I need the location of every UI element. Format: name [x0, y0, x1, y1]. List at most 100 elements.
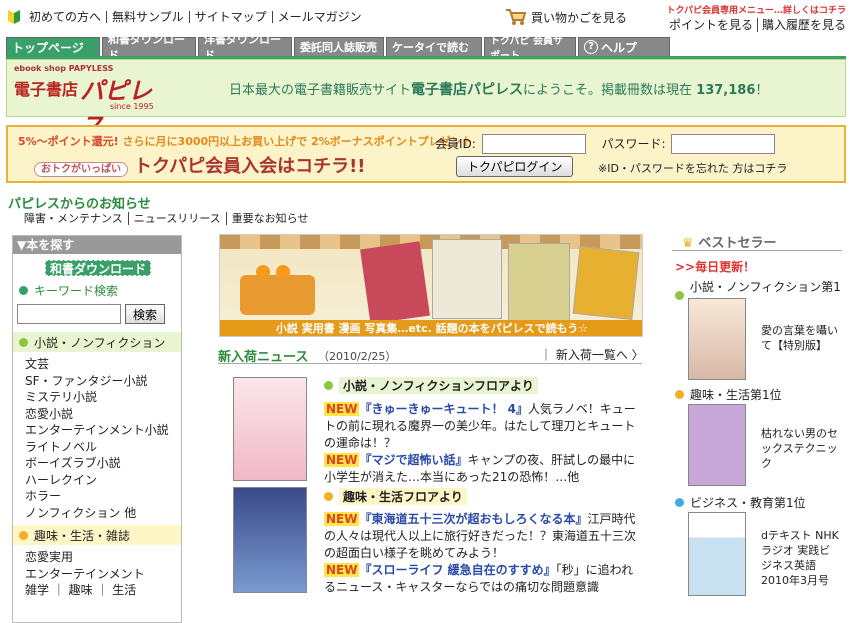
- promo-line1a: 5%〜ポイント還元!: [18, 135, 119, 148]
- bestseller-heading: ♛ ベストセラー: [682, 232, 776, 251]
- bestseller-label: ベストセラー: [698, 236, 777, 251]
- news-link-maintenance[interactable]: 障害・メンテナンス: [24, 212, 123, 225]
- password-input[interactable]: [671, 134, 776, 154]
- member-id-input[interactable]: [481, 134, 586, 154]
- new-badge: NEW: [324, 512, 360, 526]
- history-link[interactable]: 購入履歴を見る: [762, 18, 846, 32]
- tab-japanese-books[interactable]: 和書ダウンロード: [102, 33, 196, 62]
- new-arrivals-list-link[interactable]: ｜ 新入荷一覧へ 〉: [540, 346, 644, 363]
- sidebar-item[interactable]: SF・ファンタジー小説: [25, 373, 181, 390]
- bullet-icon: [19, 285, 28, 295]
- sidebar-item[interactable]: ライトノベル: [25, 439, 181, 456]
- member-menu-title[interactable]: トクパピ会員専用メニュー…詳しくはコチラ: [658, 3, 848, 16]
- book-cover-kyukyu[interactable]: [233, 377, 307, 481]
- keyword-search-input[interactable]: [17, 304, 121, 324]
- news-link-important[interactable]: 重要なお知らせ: [232, 212, 309, 225]
- new-arrivals-date: （2010/2/25）: [318, 350, 397, 363]
- floor-novel-heading: 小説・ノンフィクションフロアより: [324, 377, 538, 394]
- password-label: パスワード:: [601, 137, 666, 151]
- sidebar-item[interactable]: 恋愛実用: [25, 549, 181, 566]
- sidebar-item[interactable]: ミステリ小説: [25, 389, 181, 406]
- bestseller-title[interactable]: dテキスト NHKラジオ 実践ビジネス英語 2010年3月号: [761, 528, 841, 588]
- bestseller-category[interactable]: ビジネス・教育第1位: [675, 494, 806, 511]
- bestseller-title[interactable]: 枯れない男のセックステクニック: [761, 426, 841, 471]
- promo-tag: おトクがいっぱい: [34, 161, 128, 177]
- new-badge: NEW: [324, 402, 360, 416]
- orange-image: [256, 265, 270, 279]
- bestseller-cover[interactable]: [688, 298, 746, 380]
- crown-icon: ♛: [682, 236, 694, 251]
- divider: [672, 250, 842, 251]
- cart-link[interactable]: 買い物かごを見る: [505, 8, 627, 26]
- search-row: 検索: [13, 300, 181, 328]
- tab-mobile[interactable]: ケータイで読む: [386, 37, 482, 56]
- tab-top[interactable]: トップページ: [6, 37, 100, 56]
- tab-help-label: ヘルプ: [601, 40, 638, 55]
- tab-help[interactable]: ? ヘルプ: [578, 37, 670, 56]
- sidebar-item[interactable]: 恋愛小説: [25, 406, 181, 423]
- entry-title: 『マジで超怖い話』: [359, 453, 468, 467]
- category-novel[interactable]: 小説・ノンフィクション: [13, 332, 181, 352]
- book-count: 137,186: [696, 83, 756, 98]
- bestseller-cover[interactable]: [688, 512, 746, 596]
- category-hobby[interactable]: 趣味・生活・雑誌: [13, 525, 181, 545]
- welcome-sitename: 電子書店パピレス: [411, 82, 524, 98]
- welcome-post: ！: [755, 83, 769, 98]
- points-link[interactable]: ポイントを見る: [669, 18, 753, 32]
- sidebar-item[interactable]: 雑学 ｜ 趣味 ｜ 生活: [25, 582, 181, 599]
- promo-line1[interactable]: 5%〜ポイント還元! さらに月に3000円以上お買い上げで 2%ボーナスポイント…: [18, 133, 473, 149]
- link-mail-magazine[interactable]: メールマガジン: [271, 11, 367, 23]
- bestseller-title[interactable]: 愛の言葉を囁いて【特別版】: [761, 323, 841, 353]
- keyword-search-text: キーワード検索: [34, 283, 119, 298]
- floor-hobby-heading: 趣味・生活フロアより: [324, 488, 467, 505]
- separator: [127, 212, 129, 225]
- news-link-release[interactable]: ニュースリリース: [134, 212, 221, 225]
- bestseller-category-label: ビジネス・教育第1位: [690, 496, 806, 510]
- bullet-icon: [19, 337, 28, 347]
- entry-tokaido[interactable]: NEW 『東海道五十三次が超おもしろくなる本』江戸時代の人々は現代人以上に旅行好き…: [324, 511, 642, 595]
- bullet-icon: [675, 290, 684, 300]
- bullet-icon: [324, 381, 333, 390]
- bullet-icon: [675, 390, 684, 399]
- keyword-search-label: キーワード検索: [13, 280, 181, 300]
- promo-line2[interactable]: おトクがいっぱい トクパピ会員入会はコチラ!!: [34, 152, 366, 178]
- kotatsu-image: [240, 275, 315, 315]
- new-badge: NEW: [324, 453, 360, 467]
- sidebar-item[interactable]: エンターテインメント: [25, 566, 181, 583]
- search-button[interactable]: 検索: [125, 304, 166, 324]
- sidebar-item[interactable]: ハーレクイン: [25, 472, 181, 489]
- sidebar-item[interactable]: ホラー: [25, 488, 181, 505]
- promo-signup-text: トクパピ会員入会はコチラ!!: [134, 156, 366, 177]
- sidebar-tab-japanese[interactable]: 和書ダウンロード: [45, 260, 151, 276]
- login-button[interactable]: トクパピログイン: [456, 156, 574, 177]
- member-menu: トクパピ会員専用メニュー…詳しくはコチラ ポイントを見る 購入履歴を見る: [658, 3, 848, 33]
- tab-doujinshi[interactable]: 委託同人誌販売: [294, 37, 384, 56]
- sidebar-item[interactable]: エンターテインメント小説: [25, 422, 181, 439]
- promo-banner[interactable]: 小説 実用書 漫画 写真集…etc. 話題の本をパピレスで読もう☆: [219, 234, 643, 337]
- category-novel-label: 小説・ノンフィクション: [34, 335, 166, 350]
- cart-icon: [506, 9, 527, 25]
- tab-member-support[interactable]: トクパピ 会員サポート: [484, 36, 576, 62]
- entry-kyukyu[interactable]: NEW 『きゅーきゅーキュート！ 4』人気ラノベ！キュートの前に現れる魔界一の美少…: [324, 401, 642, 485]
- bestseller-cover[interactable]: [688, 404, 746, 486]
- book-cover-image: [572, 246, 640, 320]
- bestseller-category[interactable]: 趣味・生活第1位: [675, 386, 782, 403]
- sidebar-item[interactable]: ボーイズラブ小説: [25, 455, 181, 472]
- forgot-password-link[interactable]: ※ID・パスワードを忘れた 方はコチラ: [598, 160, 787, 176]
- cart-label: 買い物かごを見る: [531, 10, 628, 25]
- bullet-icon: [324, 492, 333, 501]
- separator: [756, 18, 758, 32]
- link-first-time[interactable]: 初めての方へ: [24, 11, 106, 23]
- tab-foreign-books[interactable]: 洋書ダウンロード: [198, 33, 292, 62]
- sidebar-item[interactable]: ノンフィクション 他: [25, 505, 181, 522]
- link-sitemap[interactable]: サイトマップ: [188, 11, 272, 23]
- book-cover-image: [508, 243, 570, 323]
- link-free-sample[interactable]: 無料サンプル: [106, 11, 189, 23]
- sidebar-item[interactable]: 文芸: [25, 356, 181, 373]
- book-cover-tokaido[interactable]: [233, 487, 307, 593]
- logo-since: since 1995: [110, 102, 154, 111]
- orange-image: [276, 265, 290, 279]
- site-logo[interactable]: ebook shop PAPYLESS 電子書店 パピレス since 1995: [12, 62, 172, 140]
- welcome-message: 日本最大の電子書籍販売サイト電子書店パピレスにようこそ。掲載冊数は現在 137,…: [229, 79, 768, 99]
- bullet-icon: [19, 530, 28, 540]
